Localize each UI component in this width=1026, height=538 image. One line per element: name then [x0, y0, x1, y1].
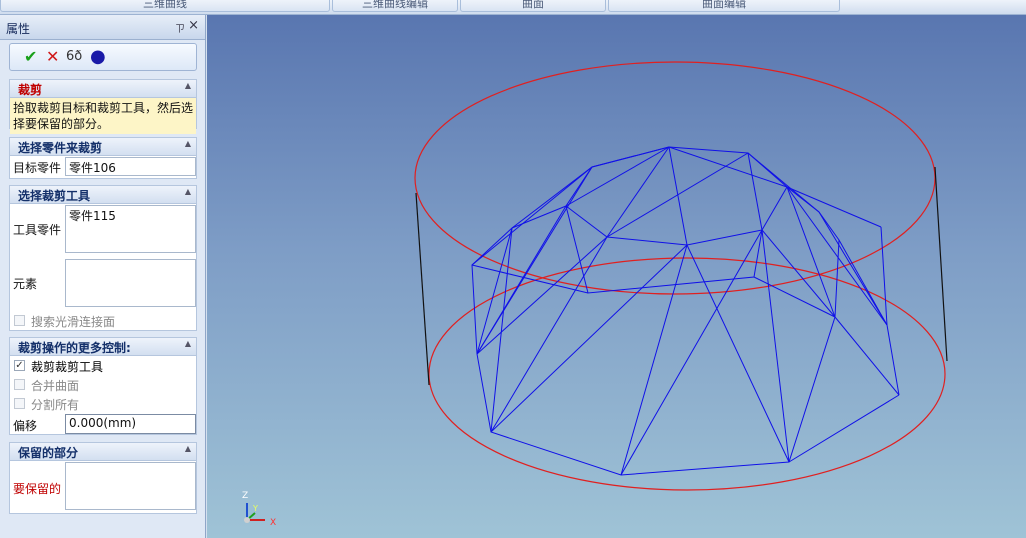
check-icon[interactable]: ✔: [24, 48, 37, 66]
select-parts-group: 选择零件来裁剪 ▲ 目标零件 零件106: [9, 137, 197, 179]
cross-icon[interactable]: ✕: [46, 48, 59, 66]
split-all-checkbox[interactable]: [14, 398, 25, 409]
left-edge: [415, 192, 430, 386]
blue-dot-icon[interactable]: ●: [90, 48, 106, 66]
ribbon-tabs: 三维曲线 三维曲线编辑 曲面 曲面编辑: [0, 0, 1026, 15]
properties-panel: 属性 ㄗ × ✔ ✕ 6ð ● 裁剪 ▲ 拾取裁剪目标和裁剪工具，然后选择要保留…: [0, 15, 206, 538]
target-part-field[interactable]: 零件106: [65, 157, 196, 176]
search-smooth-label: 搜索光滑连接面: [31, 315, 116, 329]
keep-part-header[interactable]: 保留的部分 ▲: [10, 443, 196, 461]
offset-input[interactable]: 0.000(mm): [65, 414, 196, 434]
more-controls-header[interactable]: 裁剪操作的更多控制: ▲: [10, 338, 196, 356]
axis-triad: Z Y X: [242, 491, 276, 528]
panel-title: 属性: [6, 22, 31, 36]
trim-tools-checkbox[interactable]: ✓: [14, 360, 25, 371]
close-icon[interactable]: ×: [188, 18, 199, 33]
select-tools-header[interactable]: 选择裁剪工具 ▲: [10, 186, 196, 204]
offset-label: 偏移: [13, 419, 38, 433]
tool-part-label: 工具零件: [13, 223, 62, 237]
keep-part-group: 保留的部分 ▲ 要保留的: [9, 442, 197, 514]
tab-surface[interactable]: 曲面: [460, 0, 606, 12]
collapse-icon[interactable]: ▲: [185, 81, 191, 90]
pin-icon[interactable]: ㄗ: [175, 20, 185, 35]
collapse-icon[interactable]: ▲: [185, 139, 191, 148]
collapse-icon[interactable]: ▲: [185, 187, 191, 196]
keep-part-title: 保留的部分: [18, 446, 79, 460]
select-parts-title: 选择零件来裁剪: [18, 141, 103, 155]
panel-header: 属性 ㄗ ×: [0, 15, 205, 40]
tab-surface-edit[interactable]: 曲面编辑: [608, 0, 840, 12]
keep-field[interactable]: [65, 462, 196, 510]
trim-group-header[interactable]: 裁剪 ▲: [10, 80, 196, 98]
trim-group: 裁剪 ▲ 拾取裁剪目标和裁剪工具，然后选择要保留的部分。: [9, 79, 197, 134]
axis-y-label: Y: [252, 504, 258, 513]
right-edge: [934, 166, 948, 362]
select-parts-header[interactable]: 选择零件来裁剪 ▲: [10, 138, 196, 156]
wireframe: [471, 146, 900, 476]
target-part-label: 目标零件: [13, 161, 62, 175]
element-label: 元素: [13, 277, 38, 291]
collapse-icon[interactable]: ▲: [185, 444, 191, 453]
collapse-icon[interactable]: ▲: [185, 339, 191, 348]
more-controls-title: 裁剪操作的更多控制:: [18, 341, 131, 355]
cylinder-edges: [415, 166, 948, 386]
trim-hint: 拾取裁剪目标和裁剪工具，然后选择要保留的部分。: [10, 98, 196, 134]
preview-glasses-icon[interactable]: 6ð: [66, 48, 82, 66]
tab-3d-curve[interactable]: 三维曲线: [0, 0, 330, 12]
trim-tools-label: 裁剪裁剪工具: [31, 360, 104, 374]
tab-3d-curve-edit[interactable]: 三维曲线编辑: [332, 0, 458, 12]
trim-group-title: 裁剪: [18, 83, 43, 97]
axis-z-label: Z: [242, 491, 248, 501]
3d-viewport[interactable]: Z Y X: [207, 15, 1026, 538]
merge-surfaces-checkbox[interactable]: [14, 379, 25, 390]
tool-part-field[interactable]: 零件115: [65, 205, 196, 253]
search-smooth-checkbox[interactable]: [14, 315, 25, 326]
merge-surfaces-label: 合并曲面: [31, 379, 80, 393]
select-tools-group: 选择裁剪工具 ▲ 工具零件 零件115 元素 搜索光滑连接面: [9, 185, 197, 331]
select-tools-title: 选择裁剪工具: [18, 189, 91, 203]
action-toolbar: ✔ ✕ 6ð ●: [9, 43, 197, 71]
keep-label: 要保留的: [13, 482, 62, 496]
axis-x-label: X: [270, 518, 276, 528]
element-field[interactable]: [65, 259, 196, 307]
more-controls-group: 裁剪操作的更多控制: ▲ ✓ 裁剪裁剪工具 合并曲面 分割所有 偏移 0.000…: [9, 337, 197, 435]
split-all-label: 分割所有: [31, 398, 80, 412]
scene-svg: Z Y X: [242, 61, 948, 528]
